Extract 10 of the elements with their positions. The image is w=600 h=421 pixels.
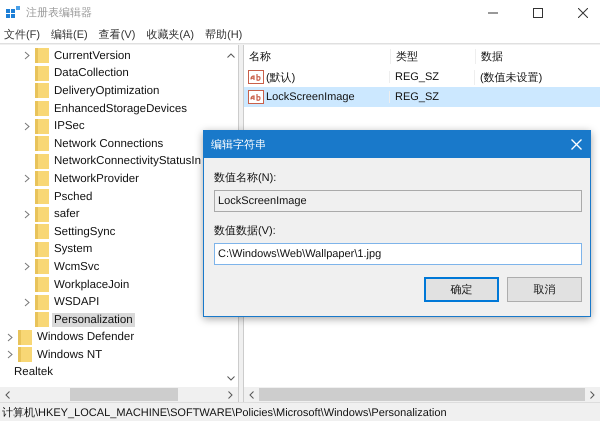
- field-label: 数值数据(V):: [214, 224, 277, 238]
- value-type: REG_SZ: [389, 91, 474, 103]
- window-title: 注册表编辑器: [26, 6, 92, 20]
- registry-path: 计算机\HKEY_LOCAL_MACHINE\SOFTWARE\Policies\Microsoft\Windows\Personalization: [2, 406, 447, 420]
- value-data: (数值未设置): [474, 70, 600, 84]
- field-label: 数值名称(N):: [214, 171, 278, 185]
- value-name: (默认): [266, 70, 296, 84]
- dialog-title: 编辑字符串: [211, 138, 266, 152]
- value-type: REG_SZ: [389, 71, 474, 83]
- value-name: LockScreenImage: [266, 91, 355, 103]
